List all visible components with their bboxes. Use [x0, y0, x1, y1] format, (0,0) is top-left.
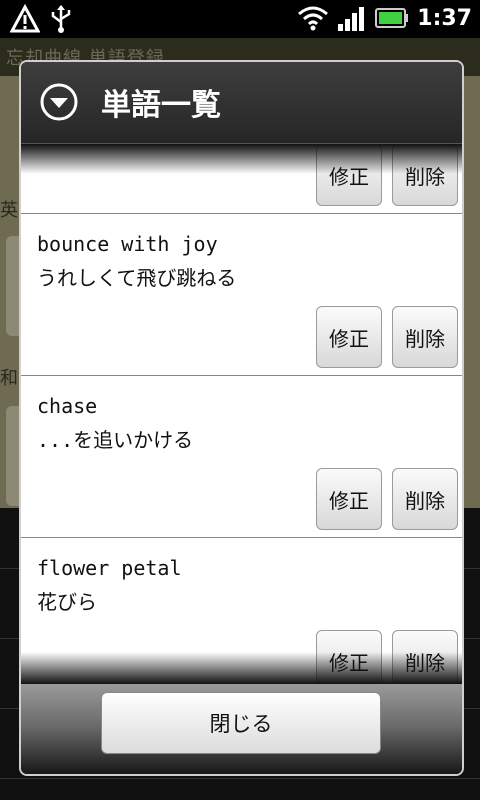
close-button[interactable]: 閉じる — [101, 692, 381, 754]
list-item: 修正 削除 — [21, 144, 462, 214]
dialog-footer: 閉じる — [21, 684, 462, 774]
entry-meaning: ...を追いかける — [37, 428, 194, 452]
entry-meaning: うれしくて飛び跳ねる — [37, 266, 237, 290]
edit-button[interactable]: 修正 — [316, 468, 382, 530]
dialog-header: 単語一覧 — [21, 62, 462, 144]
delete-button[interactable]: 削除 — [392, 630, 458, 684]
battery-icon — [375, 7, 409, 29]
entry-word: bounce with joy — [37, 232, 218, 256]
edit-button[interactable]: 修正 — [316, 144, 382, 206]
usb-icon — [48, 4, 74, 34]
entry-word: flower petal — [37, 556, 182, 580]
delete-button[interactable]: 削除 — [392, 306, 458, 368]
clock: 1:37 — [417, 5, 472, 31]
word-list-dialog: 単語一覧 修正 削除 bounce with joy うれしくて飛び跳ねる 修正… — [19, 60, 464, 776]
status-bar: 1:37 — [0, 0, 480, 38]
entry-meaning: 花びら — [37, 590, 97, 614]
entry-word: chase — [37, 394, 98, 418]
list-item: bounce with joy うれしくて飛び跳ねる 修正 削除 — [21, 214, 462, 376]
edit-button[interactable]: 修正 — [316, 630, 382, 684]
delete-button[interactable]: 削除 — [392, 144, 458, 206]
edit-button[interactable]: 修正 — [316, 306, 382, 368]
warning-icon — [10, 4, 40, 34]
dialog-title: 単語一覧 — [101, 88, 221, 123]
wifi-icon — [297, 4, 329, 32]
signal-icon — [337, 4, 367, 32]
delete-button[interactable]: 削除 — [392, 468, 458, 530]
word-list[interactable]: 修正 削除 bounce with joy うれしくて飛び跳ねる 修正 削除 c… — [21, 144, 462, 684]
list-item: chase ...を追いかける 修正 削除 — [21, 376, 462, 538]
japanese-label: 和 — [0, 368, 18, 389]
chevron-down-circle-icon — [39, 82, 79, 122]
list-item: flower petal 花びら 修正 削除 — [21, 538, 462, 684]
english-label: 英 — [0, 200, 18, 221]
